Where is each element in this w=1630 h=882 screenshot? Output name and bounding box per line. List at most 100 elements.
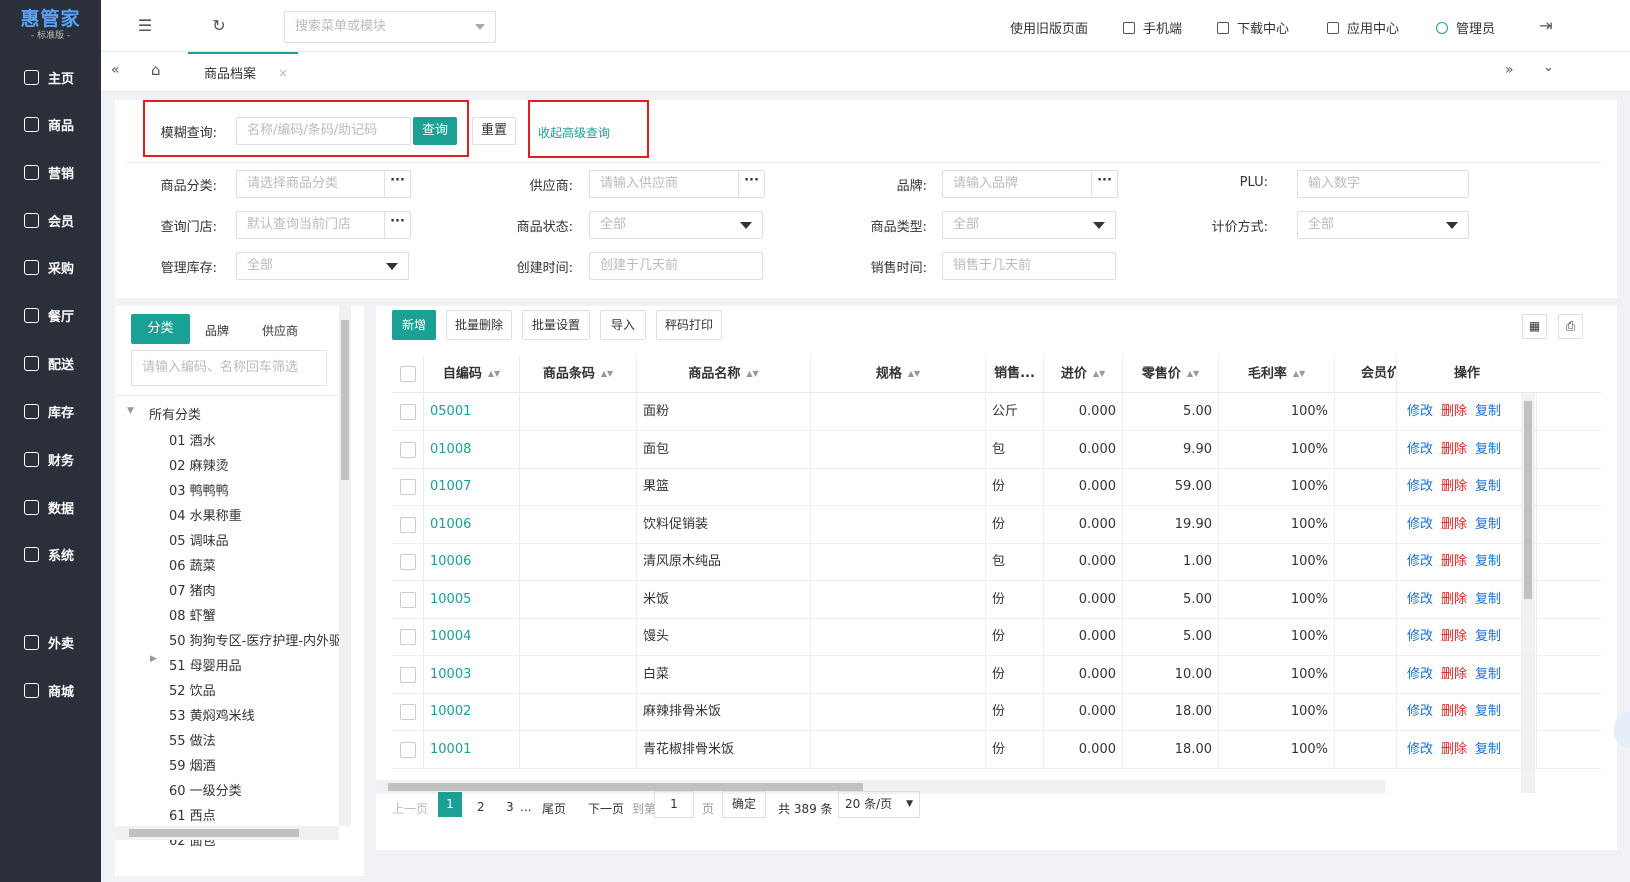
copy-link[interactable]: 复制 (1475, 554, 1501, 569)
batch-set-button[interactable]: 批量设置 (522, 310, 590, 340)
tree-item[interactable]: 61 西点 (169, 805, 216, 824)
mobile-link[interactable]: 手机端 (1123, 18, 1182, 37)
copy-link[interactable]: 复制 (1475, 442, 1501, 457)
header-select-all[interactable] (392, 355, 424, 393)
pager-confirm-button[interactable]: 确定 (722, 791, 766, 818)
sidebar-item-system[interactable]: 系统 (0, 536, 101, 572)
created-input[interactable]: 创建于几天前 (589, 252, 763, 280)
copy-link[interactable]: 复制 (1475, 592, 1501, 607)
cell-code[interactable]: 10006 (424, 543, 520, 581)
tabs-dropdown-icon[interactable]: ⌄ (1543, 60, 1554, 75)
table-row[interactable]: 01006 饮料促销装 份 0.000 19.90 100% 修改 删除 复制 (392, 505, 1601, 544)
tree-item[interactable]: 53 黄焖鸡米线 (169, 705, 255, 724)
download-center-link[interactable]: 下载中心 (1217, 18, 1289, 37)
table-row[interactable]: 10002 麻辣排骨米饭 份 0.000 18.00 100% 修改 删除 复制 (392, 693, 1601, 731)
copy-link[interactable]: 复制 (1475, 704, 1501, 719)
cell-code[interactable]: 01008 (424, 430, 520, 469)
copy-link[interactable]: 复制 (1475, 517, 1501, 532)
pager-size-select[interactable]: 20 条/页 ▼ (838, 791, 920, 818)
pager-last[interactable]: 尾页 (542, 800, 566, 817)
store-input[interactable]: 默认查询当前门店 ··· (236, 211, 411, 239)
tabs-left-icon[interactable]: « (111, 62, 120, 78)
pager-page-3[interactable]: 3 (506, 800, 514, 814)
tab-supplier[interactable]: 供应商 (262, 322, 298, 339)
copy-link[interactable]: 复制 (1475, 742, 1501, 757)
delete-link[interactable]: 删除 (1441, 667, 1467, 682)
plu-input[interactable]: 输入数字 (1297, 170, 1469, 198)
cell-code[interactable]: 10002 (424, 693, 520, 731)
sidebar-item-product[interactable]: 商品 (0, 106, 101, 142)
sidebar-item-takeout[interactable]: 外卖 (0, 624, 101, 660)
tree-item[interactable]: 07 猪肉 (169, 580, 216, 599)
edit-link[interactable]: 修改 (1407, 704, 1433, 719)
sidebar-item-finance[interactable]: 财务 (0, 441, 101, 477)
edit-link[interactable]: 修改 (1407, 592, 1433, 607)
row-checkbox[interactable] (400, 516, 416, 533)
sort-icon[interactable]: ▲▼ (908, 355, 920, 393)
header-name[interactable]: 商品名称 ▲▼ (637, 355, 811, 393)
table-row[interactable]: 10005 米饭 份 0.000 5.00 100% 修改 删除 复制 (392, 580, 1601, 619)
table-row[interactable]: 01007 果篮 份 0.000 59.00 100% 修改 删除 复制 (392, 468, 1601, 506)
sidebar-item-restaurant[interactable]: 餐厅 (0, 297, 101, 333)
category-filter-input[interactable]: 请输入编码、名称回车筛选 (131, 350, 327, 386)
category-input[interactable]: 请选择商品分类 ··· (236, 170, 411, 198)
row-checkbox[interactable] (400, 741, 416, 758)
sidebar-item-member[interactable]: 会员 (0, 202, 101, 238)
header-member[interactable]: 会员价 (1335, 355, 1397, 393)
delete-link[interactable]: 删除 (1441, 517, 1467, 532)
sidebar-item-data[interactable]: 数据 (0, 489, 101, 525)
edit-link[interactable]: 修改 (1407, 442, 1433, 457)
copy-link[interactable]: 复制 (1475, 667, 1501, 682)
tree-root[interactable]: 所有分类 (149, 404, 201, 423)
header-price[interactable]: 零售价 ▲▼ (1123, 355, 1219, 393)
cell-code[interactable]: 10004 (424, 618, 520, 656)
tree-item[interactable]: 50 狗狗专区-医疗护理-内外驱 (169, 630, 342, 649)
tree-item[interactable]: 01 酒水 (169, 430, 216, 449)
menu-toggle-icon[interactable]: ☰ (137, 18, 153, 34)
header-unit[interactable]: 销售... (986, 355, 1044, 393)
query-button[interactable]: 查询 (413, 117, 457, 145)
cell-code[interactable]: 10005 (424, 580, 520, 619)
category-picker-button[interactable]: ··· (384, 171, 410, 197)
tree-item[interactable]: 08 虾蟹 (169, 605, 216, 624)
old-page-link[interactable]: 使用旧版页面 (1010, 18, 1088, 37)
delete-link[interactable]: 删除 (1441, 592, 1467, 607)
sort-icon[interactable]: ▲▼ (1293, 355, 1305, 393)
tree-scrollbar[interactable] (339, 306, 351, 826)
supplier-picker-button[interactable]: ··· (738, 171, 764, 197)
tree-item[interactable]: 52 饮品 (169, 680, 216, 699)
tree-item[interactable]: 60 一级分类 (169, 780, 242, 799)
stock-select[interactable]: 全部 (236, 252, 409, 280)
copy-link[interactable]: 复制 (1475, 629, 1501, 644)
row-checkbox[interactable] (400, 591, 416, 608)
home-icon[interactable]: ⌂ (151, 61, 161, 79)
pager-page-1[interactable]: 1 (438, 792, 462, 817)
table-hscrollbar-thumb[interactable] (388, 783, 863, 791)
delete-link[interactable]: 删除 (1441, 479, 1467, 494)
reset-button[interactable]: 重置 (472, 117, 516, 145)
status-select[interactable]: 全部 (589, 211, 763, 239)
user-menu[interactable]: 管理员 (1436, 18, 1495, 37)
sort-icon[interactable]: ▲▼ (488, 355, 500, 393)
delete-link[interactable]: 删除 (1441, 704, 1467, 719)
tree-item[interactable]: 51 母婴用品 (169, 655, 242, 674)
table-row[interactable]: 05001 面粉 公斤 0.000 5.00 100% 修改 删除 复制 (392, 393, 1601, 431)
cell-code[interactable]: 05001 (424, 393, 520, 431)
select-all-checkbox[interactable] (400, 366, 416, 382)
pager-page-2[interactable]: 2 (477, 800, 485, 814)
copy-link[interactable]: 复制 (1475, 404, 1501, 419)
add-button[interactable]: 新增 (392, 310, 436, 340)
header-cost[interactable]: 进价 ▲▼ (1044, 355, 1123, 393)
edit-link[interactable]: 修改 (1407, 404, 1433, 419)
cell-code[interactable]: 10001 (424, 730, 520, 769)
caret-right-icon[interactable]: ▶ (150, 654, 157, 664)
sidebar-item-purchase[interactable]: 采购 (0, 249, 101, 285)
edit-link[interactable]: 修改 (1407, 479, 1433, 494)
sold-input[interactable]: 销售于几天前 (942, 252, 1116, 280)
logout-icon[interactable]: ⇥ (1538, 18, 1554, 34)
table-vscrollbar-thumb[interactable] (1524, 401, 1532, 599)
brand-input[interactable]: 请输入品牌 ··· (942, 170, 1118, 198)
sidebar-item-inventory[interactable]: 库存 (0, 393, 101, 429)
table-row[interactable]: 10006 清风原木纯品 包 0.000 1.00 100% 修改 删除 复制 (392, 543, 1601, 581)
pricing-select[interactable]: 全部 (1297, 211, 1469, 239)
